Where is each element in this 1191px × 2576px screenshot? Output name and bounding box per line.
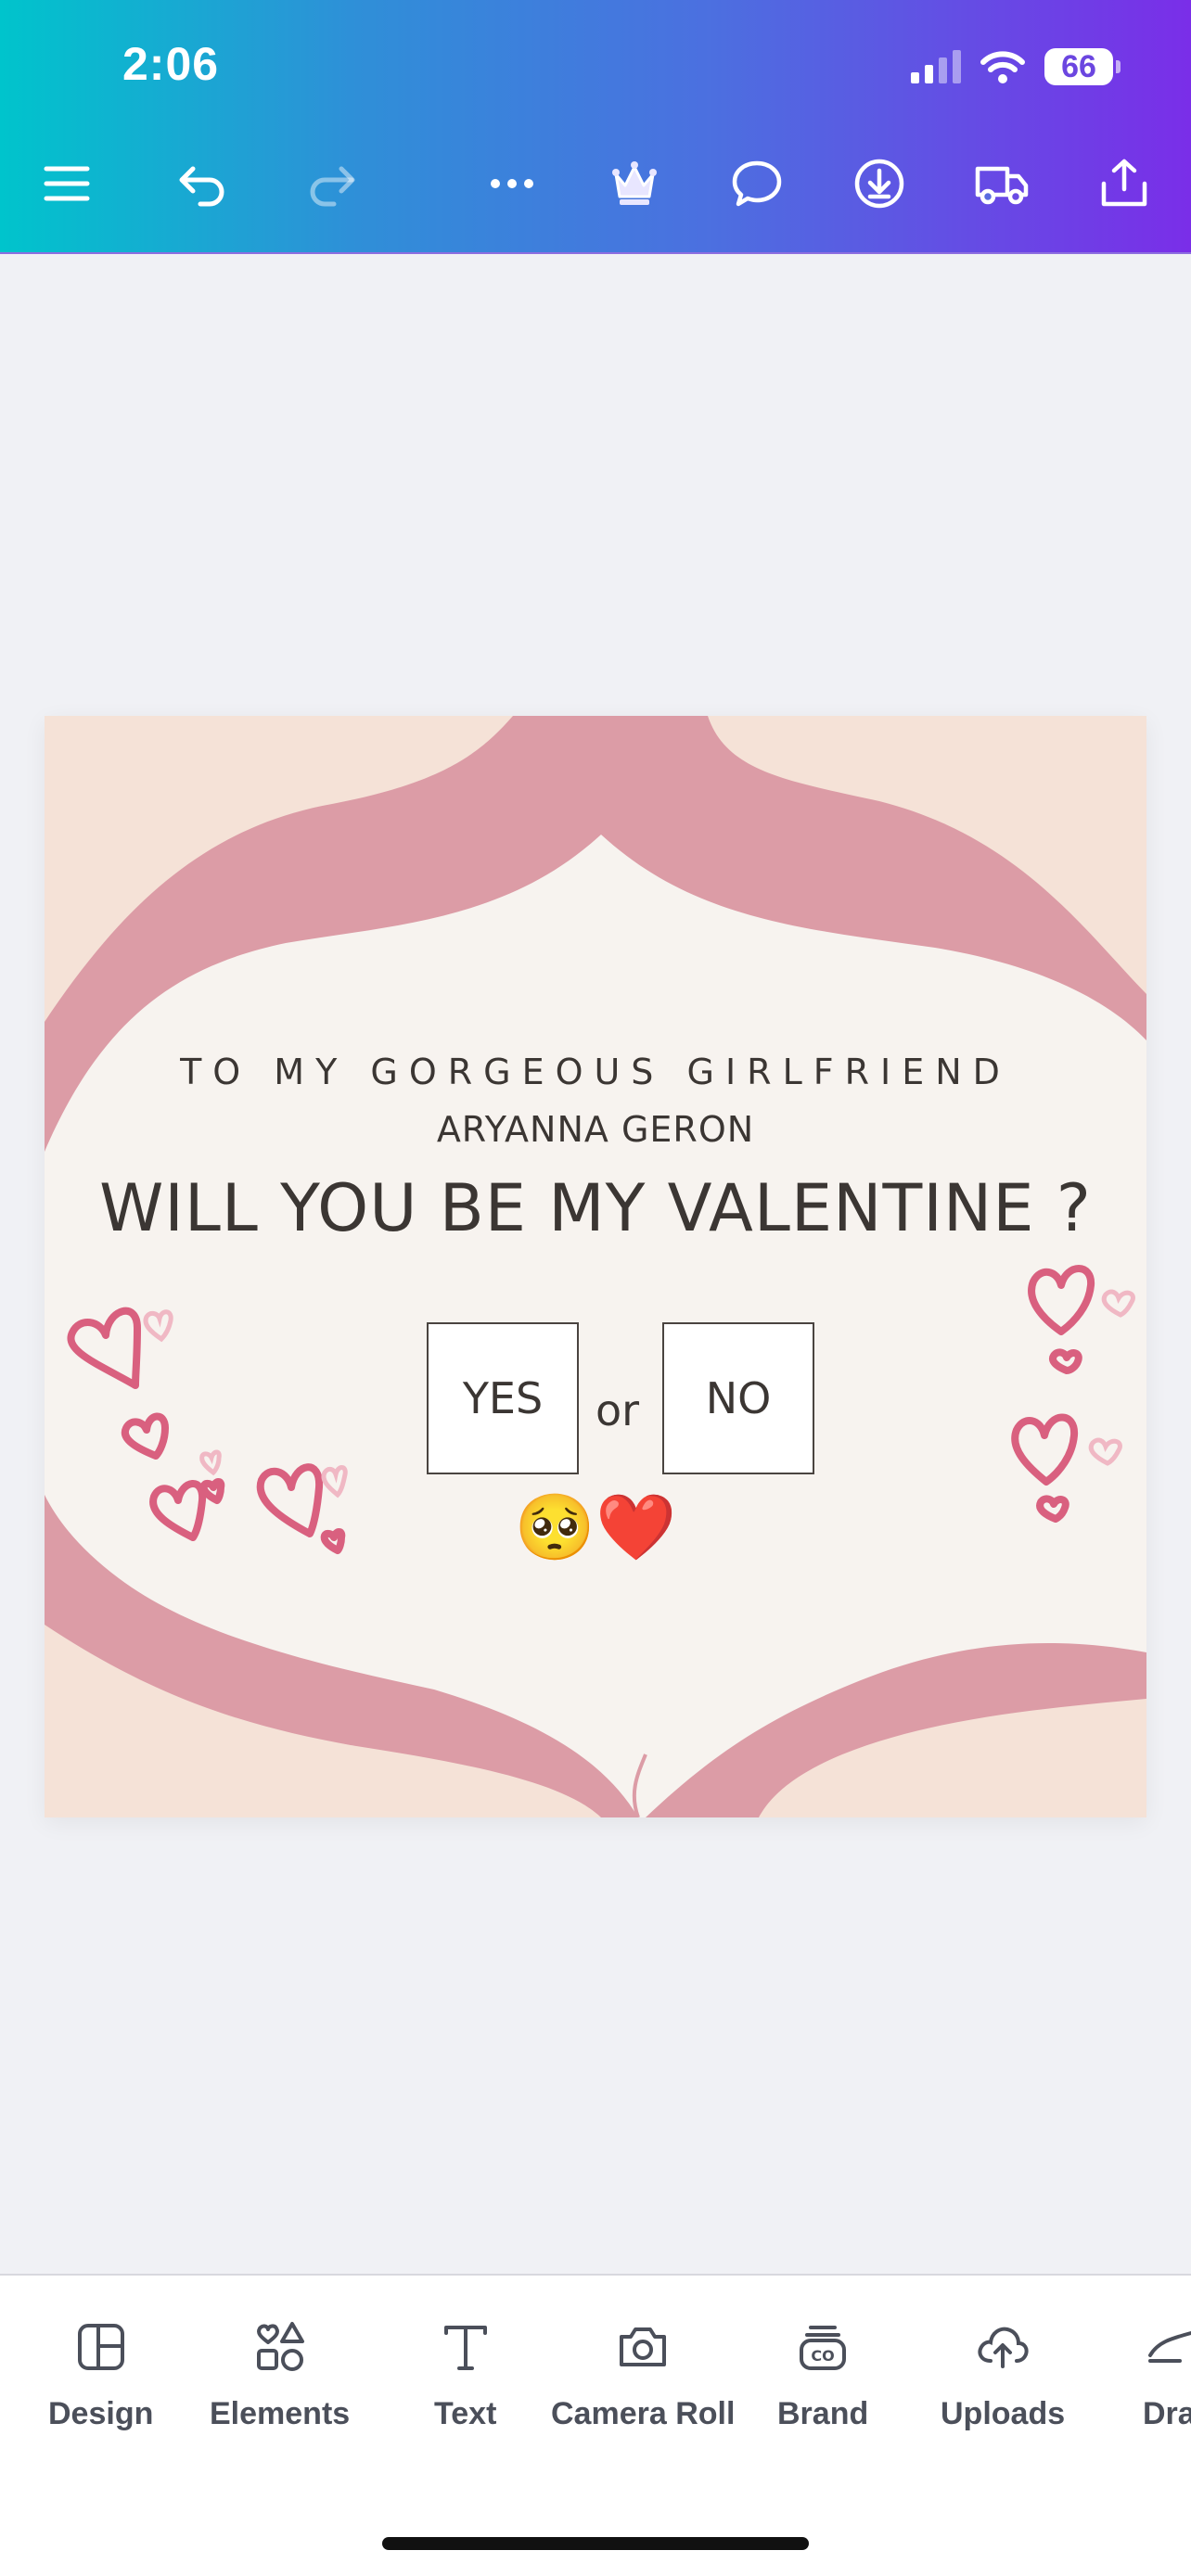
comment-icon[interactable] bbox=[720, 147, 794, 221]
nav-uploads-label: Uploads bbox=[941, 2396, 1066, 2431]
battery-icon: 66 bbox=[1044, 48, 1121, 85]
redo-icon[interactable] bbox=[295, 147, 369, 221]
delivery-truck-icon[interactable] bbox=[965, 147, 1039, 221]
nav-camera-roll[interactable]: Camera Roll bbox=[551, 2318, 735, 2432]
design-icon bbox=[77, 2324, 124, 2370]
crown-icon[interactable] bbox=[597, 147, 672, 221]
menu-icon[interactable] bbox=[30, 147, 104, 221]
cloud-upload-icon bbox=[978, 2327, 1029, 2368]
share-icon[interactable] bbox=[1087, 147, 1161, 221]
brand-icon: CO bbox=[800, 2326, 847, 2370]
svg-text:CO: CO bbox=[811, 2347, 834, 2365]
nav-draw[interactable]: Draw bbox=[1143, 2318, 1191, 2432]
nav-text-label: Text bbox=[434, 2396, 497, 2431]
text-icon bbox=[443, 2326, 487, 2370]
wifi-icon bbox=[980, 51, 1025, 83]
nav-camera-roll-label: Camera Roll bbox=[551, 2396, 736, 2431]
emoji-pleading-heart[interactable]: 🥺❤️ bbox=[45, 1495, 1146, 1560]
design-canvas[interactable]: TO MY GORGEOUS GIRLFRIEND ARYANNA GERON … bbox=[45, 716, 1146, 1817]
nav-design-label: Design bbox=[48, 2396, 154, 2431]
wave-background bbox=[45, 716, 1146, 1817]
nav-brand-label: Brand bbox=[777, 2396, 869, 2431]
nav-text[interactable]: Text bbox=[434, 2318, 496, 2432]
name-line[interactable]: ARYANNA GERON bbox=[45, 1109, 1146, 1150]
download-icon[interactable] bbox=[842, 147, 916, 221]
cellular-signal-icon bbox=[911, 50, 961, 83]
nav-elements-label: Elements bbox=[210, 2396, 351, 2431]
status-time: 2:06 bbox=[122, 38, 220, 90]
nav-design[interactable]: Design bbox=[48, 2318, 153, 2432]
nav-elements[interactable]: Elements bbox=[210, 2318, 350, 2432]
draw-icon bbox=[1148, 2331, 1191, 2363]
nav-uploads[interactable]: Uploads bbox=[941, 2318, 1065, 2432]
valentine-question[interactable]: WILL YOU BE MY VALENTINE ? bbox=[45, 1170, 1146, 1246]
bottom-toolbar: Design Elements Text Camera Roll CO Bran… bbox=[0, 2274, 1191, 2576]
nav-draw-label: Draw bbox=[1143, 2396, 1191, 2431]
or-text[interactable]: or bbox=[596, 1385, 639, 1435]
no-box[interactable]: NO bbox=[662, 1322, 814, 1474]
elements-icon bbox=[256, 2322, 304, 2371]
yes-box[interactable]: YES bbox=[427, 1322, 579, 1474]
more-icon[interactable] bbox=[475, 147, 549, 221]
home-indicator[interactable] bbox=[382, 2537, 809, 2550]
greeting-line[interactable]: TO MY GORGEOUS GIRLFRIEND bbox=[45, 1052, 1146, 1092]
camera-icon bbox=[620, 2327, 667, 2366]
status-icons: 66 bbox=[911, 45, 1121, 89]
top-toolbar: 2:06 66 bbox=[0, 0, 1191, 254]
nav-brand[interactable]: CO Brand bbox=[777, 2318, 868, 2432]
undo-icon[interactable] bbox=[165, 147, 239, 221]
